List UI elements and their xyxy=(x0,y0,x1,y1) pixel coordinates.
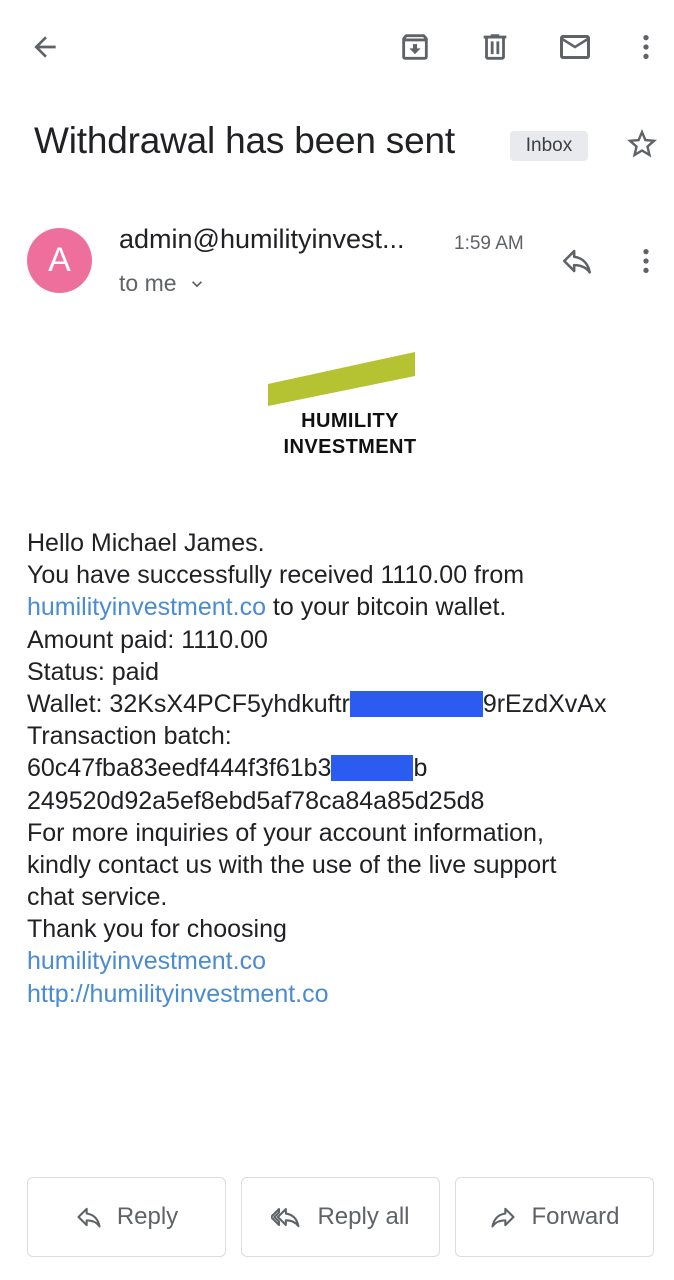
received-line: You have successfully received 1110.00 f… xyxy=(27,561,525,590)
amount-line: Amount paid: 1110.00 xyxy=(27,625,268,654)
forward-icon xyxy=(491,1207,516,1228)
greeting: Hello Michael James. xyxy=(27,529,265,557)
reply-all-button[interactable]: Reply all xyxy=(241,1177,440,1257)
sender-address[interactable]: admin@humilityinvest... xyxy=(119,224,405,255)
reply-button-label: Reply xyxy=(116,1203,179,1230)
logo-bar-shape xyxy=(268,352,415,406)
archive-icon[interactable] xyxy=(390,22,440,72)
message-more-icon[interactable] xyxy=(626,236,666,286)
more-vert-icon[interactable] xyxy=(626,22,666,72)
thanks-line: Thank you for choosing xyxy=(27,915,287,944)
wallet-end: 9rEzdXvAx xyxy=(482,689,607,718)
received-line-2: humilityinvestment.co to your bitcoin wa… xyxy=(27,591,657,623)
inbox-label-badge[interactable]: Inbox xyxy=(510,131,588,161)
wallet-line: Wallet: 32KsX4PCF5yhdkuftr 9rEzdXvAx xyxy=(27,688,657,720)
batch-line-1: 60c47fba83eedf444f3f61b3 b xyxy=(27,752,657,784)
email-time: 1:59 AM xyxy=(454,233,524,254)
forward-button-label: Forward xyxy=(531,1203,620,1230)
received-suffix: to your bitcoin wallet. xyxy=(265,593,507,622)
wallet-start: Wallet: 32KsX4PCF5yhdkuftr xyxy=(27,689,350,718)
inquiry-line-3: chat service. xyxy=(27,883,168,912)
logo-line-1: HUMILITY xyxy=(301,410,399,432)
logo-line-2: INVESTMENT xyxy=(283,436,417,458)
footer-link-2-row: http://humilityinvestment.co xyxy=(27,978,657,1010)
batch-start: 60c47fba83eedf444f3f61b3 xyxy=(27,754,332,783)
batch-label: Transaction batch: xyxy=(27,722,232,751)
recipient-label: to me xyxy=(119,270,177,296)
status-line: Status: paid xyxy=(27,657,160,686)
batch-line-2: 249520d92a5ef8ebd5af78ca84a85d25d8 xyxy=(27,786,485,815)
company-logo: HUMILITY INVESTMENT xyxy=(268,352,428,462)
footer-link-1-row: humilityinvestment.co xyxy=(27,945,657,977)
forward-button[interactable]: Forward xyxy=(455,1177,654,1257)
footer-link-1[interactable]: humilityinvestment.co xyxy=(27,947,266,975)
inquiry-line-2: kindly contact us with the use of the li… xyxy=(27,850,557,879)
footer-link-2[interactable]: http://humilityinvestment.co xyxy=(27,980,329,1008)
reply-all-button-label: Reply all xyxy=(317,1203,410,1230)
email-subject: Withdrawal has been sent xyxy=(34,120,455,161)
reply-button[interactable]: Reply xyxy=(27,1177,226,1257)
trash-icon[interactable] xyxy=(470,22,520,72)
wallet-redaction xyxy=(349,690,483,717)
star-icon[interactable] xyxy=(620,122,664,166)
recipient-toggle[interactable]: to me xyxy=(119,270,207,297)
batch-redaction xyxy=(331,755,414,782)
inquiry-line-1: For more inquiries of your account infor… xyxy=(27,818,544,847)
site-link[interactable]: humilityinvestment.co xyxy=(27,593,266,621)
arrow-back-icon[interactable] xyxy=(20,22,70,72)
chevron-down-icon xyxy=(191,280,202,287)
batch-end: b xyxy=(413,754,428,783)
top-app-bar xyxy=(0,0,674,95)
reply-icon xyxy=(77,1207,101,1228)
sender-avatar[interactable]: A xyxy=(27,228,92,293)
reply-all-icon xyxy=(271,1207,300,1228)
reply-icon[interactable] xyxy=(554,238,600,284)
email-body: Hello Michael James. You have successful… xyxy=(27,527,657,1010)
mail-icon[interactable] xyxy=(550,22,600,72)
